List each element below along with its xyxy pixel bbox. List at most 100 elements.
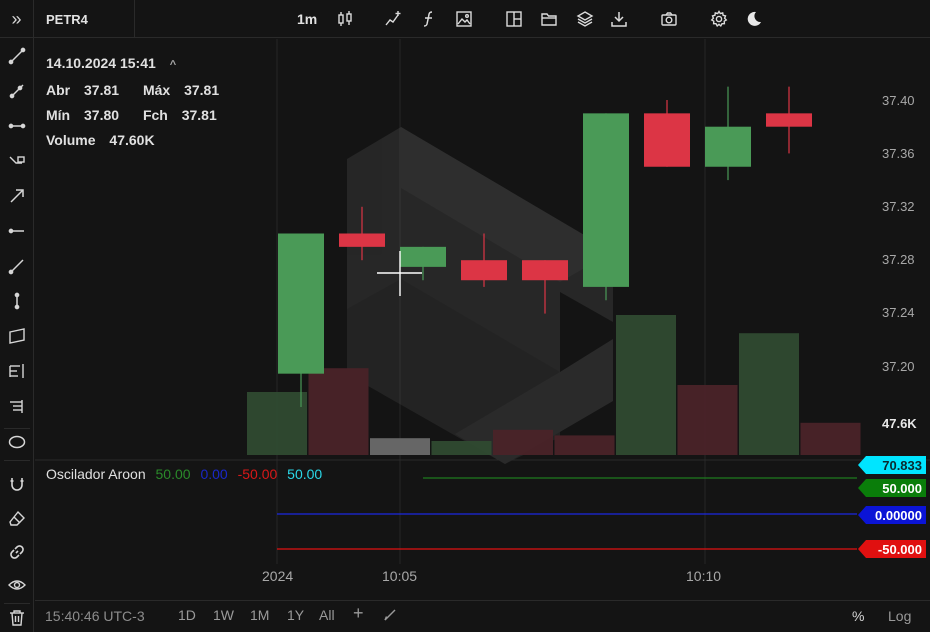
volume-value: 47.60K xyxy=(109,132,155,148)
candles-icon[interactable] xyxy=(333,7,357,31)
layers-icon[interactable] xyxy=(573,7,597,31)
text-tool-icon[interactable] xyxy=(5,394,29,418)
range-all-button[interactable]: All xyxy=(319,607,335,623)
aroon-badge-blue: 0.00000 xyxy=(858,506,926,524)
candle-body xyxy=(461,260,507,281)
candle-body xyxy=(705,126,751,167)
divider xyxy=(4,428,30,429)
chart-app: » PETR4 1m 14.10.2024 15:41 ^ Abr 37.81 … xyxy=(0,0,930,632)
magnet-icon[interactable] xyxy=(5,473,29,497)
range-1d-button[interactable]: 1D xyxy=(178,607,196,623)
aroon-badge-cyan: 70.833 xyxy=(858,456,926,474)
camera-icon[interactable] xyxy=(657,7,681,31)
symbol-name[interactable]: PETR4 xyxy=(46,12,88,27)
range-1m-button[interactable]: 1M xyxy=(250,607,269,623)
low-value: 37.80 xyxy=(84,107,120,123)
logo-watermark xyxy=(347,127,613,464)
chevron-up-icon[interactable]: ^ xyxy=(170,59,176,71)
link-icon[interactable] xyxy=(5,540,29,564)
parallelogram-icon[interactable] xyxy=(5,324,29,348)
high-value: 37.81 xyxy=(184,82,220,98)
candle xyxy=(644,100,690,167)
horizontal-line-icon[interactable] xyxy=(5,219,29,243)
high-label: Máx xyxy=(142,82,171,98)
percent-scale-button[interactable]: % xyxy=(852,608,864,624)
ellipse-icon[interactable] xyxy=(5,430,29,454)
image-icon[interactable] xyxy=(452,7,476,31)
volume-bar xyxy=(493,429,553,455)
aroon-badge-red: -50.000 xyxy=(858,540,926,558)
volume-bar xyxy=(370,438,430,455)
candle-body xyxy=(522,260,568,281)
volume-axis-label: 47.6K xyxy=(882,416,917,431)
bottom-bar: 15:40:46 UTC-3 1D 1W 1M 1Y All + % Log xyxy=(35,600,930,632)
candle-body xyxy=(339,233,385,247)
drawing-toolbar xyxy=(0,38,34,632)
indicator-legend[interactable]: Oscilador Aroon 50.00 0.00 -50.00 50.00 xyxy=(46,466,328,484)
time-tick: 10:05 xyxy=(382,568,418,584)
price-tick: 37.28 xyxy=(882,252,915,267)
chevrons-right-icon[interactable]: » xyxy=(0,0,34,38)
vertical-line-icon[interactable] xyxy=(5,289,29,313)
volume-label: Volume xyxy=(46,132,96,148)
time-tick: 10:10 xyxy=(686,568,722,584)
volume-bar xyxy=(554,435,615,455)
pencil-icon[interactable] xyxy=(383,608,397,625)
interval-button[interactable]: 1m xyxy=(297,11,317,27)
candle-body xyxy=(644,113,690,167)
close-label: Fch xyxy=(142,107,168,123)
indicator-value-red: -50.00 xyxy=(237,466,278,482)
top-toolbar: » PETR4 1m xyxy=(0,0,930,38)
moon-icon[interactable] xyxy=(742,7,766,31)
price-tick: 37.20 xyxy=(882,359,915,374)
channel-icon[interactable] xyxy=(5,148,29,172)
plus-icon[interactable]: + xyxy=(353,603,364,624)
candle xyxy=(583,113,629,301)
candle-body xyxy=(278,233,324,374)
legend-datetime: 14.10.2024 15:41 xyxy=(46,55,156,71)
eraser-icon[interactable] xyxy=(5,507,29,531)
function-icon[interactable] xyxy=(417,7,441,31)
log-scale-button[interactable]: Log xyxy=(888,608,911,624)
gear-icon[interactable] xyxy=(707,7,731,31)
download-icon[interactable] xyxy=(607,7,631,31)
close-value: 37.81 xyxy=(181,107,217,123)
open-label: Abr xyxy=(46,82,71,98)
trash-icon[interactable] xyxy=(5,606,29,630)
fib-icon[interactable] xyxy=(5,359,29,383)
divider xyxy=(4,460,30,461)
layout-icon[interactable] xyxy=(502,7,526,31)
indicator-name[interactable]: Oscilador Aroon xyxy=(46,466,146,482)
volume-bar xyxy=(616,315,676,455)
divider xyxy=(134,0,135,38)
divider xyxy=(4,603,30,604)
clock: 15:40:46 UTC-3 xyxy=(45,608,145,624)
price-tick: 37.32 xyxy=(882,199,915,214)
arrow-icon[interactable] xyxy=(5,184,29,208)
candle xyxy=(705,86,751,181)
candle-body xyxy=(400,246,446,267)
open-value: 37.81 xyxy=(84,82,120,98)
line-tool-icon[interactable] xyxy=(5,44,29,68)
range-1y-button[interactable]: 1Y xyxy=(287,607,304,623)
eye-icon[interactable] xyxy=(5,573,29,597)
pen-icon[interactable] xyxy=(5,254,29,278)
low-label: Mín xyxy=(46,107,71,123)
ray-tool-icon[interactable] xyxy=(5,79,29,103)
ohlc-legend: 14.10.2024 15:41 ^ Abr 37.81 Máx 37.81 Mí… xyxy=(46,51,239,153)
folder-icon[interactable] xyxy=(537,7,561,31)
candle-body xyxy=(583,113,629,287)
price-tick: 37.36 xyxy=(882,146,915,161)
horizontal-range-icon[interactable] xyxy=(5,114,29,138)
range-1w-button[interactable]: 1W xyxy=(213,607,234,623)
volume-bar xyxy=(431,441,492,455)
volume-bar xyxy=(247,392,307,455)
candle xyxy=(766,86,812,154)
price-tick: 37.40 xyxy=(882,93,915,108)
indicator-value-blue: 0.00 xyxy=(200,466,228,482)
volume-bar xyxy=(739,333,799,455)
indicator-value-green: 50.00 xyxy=(155,466,191,482)
volume-bar xyxy=(800,422,861,455)
time-tick: 2024 xyxy=(262,568,294,584)
indicator-line-icon[interactable] xyxy=(381,7,405,31)
